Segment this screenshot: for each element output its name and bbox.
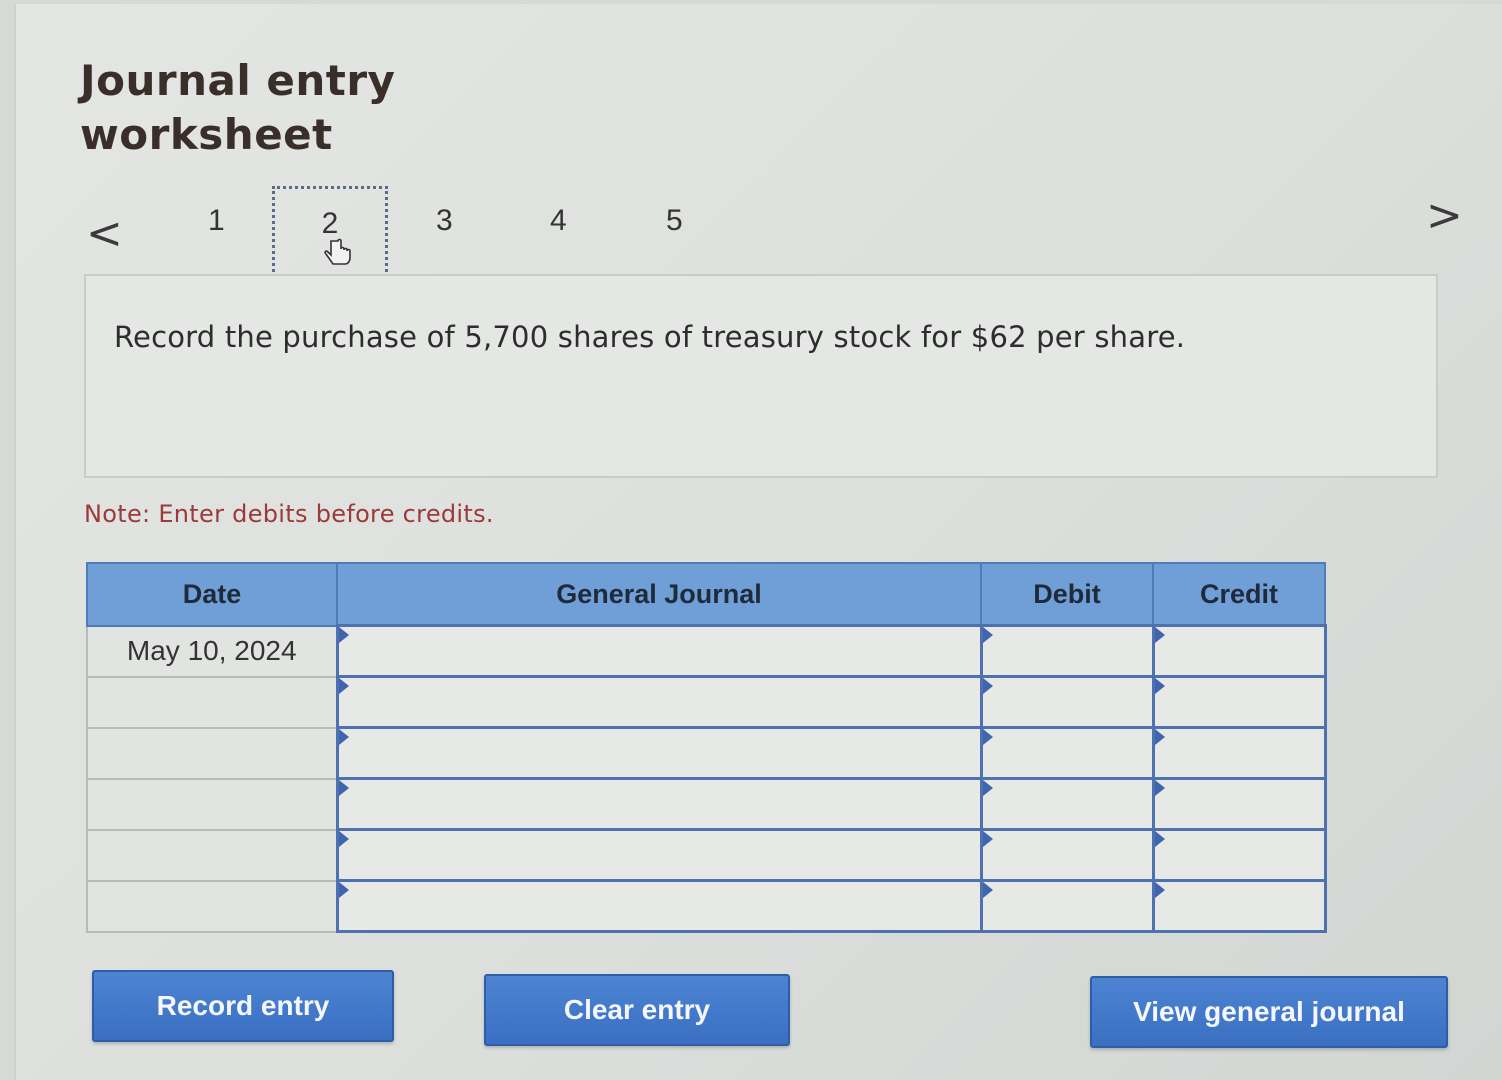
debit-cell[interactable] [979, 624, 1155, 678]
debit-input[interactable] [982, 780, 1152, 828]
debit-cell[interactable] [979, 675, 1155, 729]
table-row [86, 828, 1327, 882]
account-input[interactable] [338, 882, 980, 930]
credit-cell[interactable] [1151, 777, 1327, 831]
debit-cell[interactable] [979, 726, 1155, 780]
question-text: Record the purchase of 5,700 shares of t… [114, 320, 1186, 354]
table-row: May 10, 2024 [86, 624, 1327, 678]
debit-cell[interactable] [979, 879, 1155, 933]
debit-cell[interactable] [979, 777, 1155, 831]
note-text: Note: Enter debits before credits. [84, 500, 494, 528]
credit-input[interactable] [1154, 831, 1324, 879]
account-cell[interactable] [335, 675, 983, 729]
header-date: Date [86, 562, 338, 627]
account-input[interactable] [338, 678, 980, 726]
credit-cell[interactable] [1151, 879, 1327, 933]
page-title: Journal entry worksheet [80, 56, 396, 159]
debit-input[interactable] [982, 729, 1152, 777]
account-cell[interactable] [335, 624, 983, 678]
debit-input[interactable] [982, 882, 1152, 930]
page-1[interactable]: 1 [208, 204, 225, 238]
credit-input[interactable] [1154, 780, 1324, 828]
account-input[interactable] [338, 729, 980, 777]
header-debit: Debit [980, 562, 1154, 627]
view-general-journal-button[interactable]: View general journal [1090, 976, 1448, 1048]
date-cell: May 10, 2024 [86, 624, 338, 678]
page-3[interactable]: 3 [436, 204, 453, 238]
credit-input[interactable] [1154, 678, 1324, 726]
credit-cell[interactable] [1151, 828, 1327, 882]
page-5[interactable]: 5 [666, 204, 683, 238]
chevron-left-icon[interactable]: < [86, 208, 123, 259]
credit-cell[interactable] [1151, 726, 1327, 780]
page-4[interactable]: 4 [550, 204, 567, 238]
record-entry-button[interactable]: Record entry [92, 970, 394, 1042]
header-credit: Credit [1152, 562, 1326, 627]
account-input[interactable] [338, 831, 980, 879]
question-box: Record the purchase of 5,700 shares of t… [84, 274, 1438, 478]
debit-cell[interactable] [979, 828, 1155, 882]
account-cell[interactable] [335, 726, 983, 780]
credit-input[interactable] [1154, 729, 1324, 777]
chevron-right-icon[interactable]: > [1426, 190, 1463, 241]
credit-input[interactable] [1154, 627, 1324, 675]
table-row [86, 675, 1327, 729]
debit-input[interactable] [982, 831, 1152, 879]
debit-input[interactable] [982, 678, 1152, 726]
journal-table: Date General Journal Debit Credit May 10… [86, 562, 1327, 933]
table-row [86, 726, 1327, 780]
credit-cell[interactable] [1151, 624, 1327, 678]
page-2[interactable]: 2 [272, 186, 388, 284]
header-general-journal: General Journal [336, 562, 982, 627]
credit-input[interactable] [1154, 882, 1324, 930]
account-cell[interactable] [335, 879, 983, 933]
table-row [86, 879, 1327, 933]
hand-cursor-icon [324, 238, 351, 265]
account-input[interactable] [338, 627, 980, 675]
clear-entry-button[interactable]: Clear entry [484, 974, 790, 1046]
date-cell [86, 777, 338, 831]
date-cell [86, 828, 338, 882]
date-cell [86, 879, 338, 933]
debit-input[interactable] [982, 627, 1152, 675]
date-cell [86, 675, 338, 729]
credit-cell[interactable] [1151, 675, 1327, 729]
table-header-row: Date General Journal Debit Credit [86, 562, 1326, 627]
table-row [86, 777, 1327, 831]
account-input[interactable] [338, 780, 980, 828]
page-2-label: 2 [321, 207, 339, 240]
account-cell[interactable] [335, 828, 983, 882]
account-cell[interactable] [335, 777, 983, 831]
date-cell [86, 726, 338, 780]
